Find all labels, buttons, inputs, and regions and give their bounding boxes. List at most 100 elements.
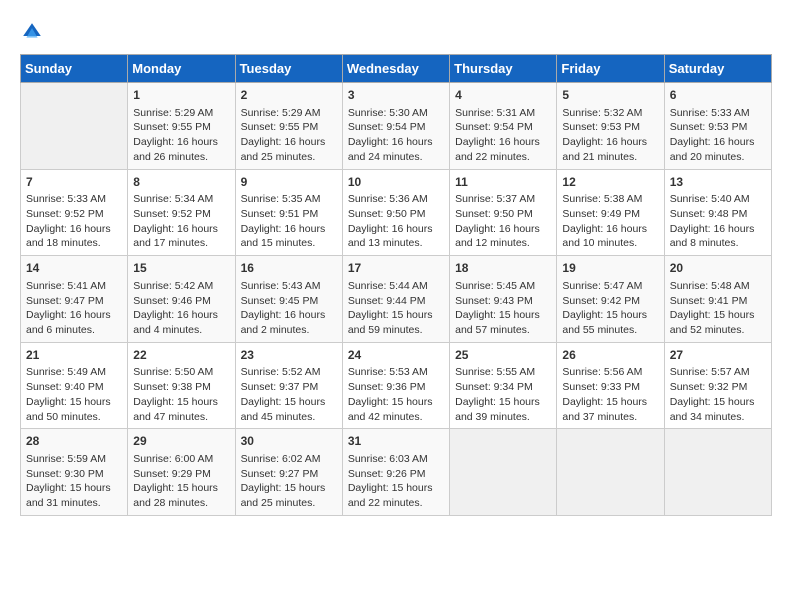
day-info: Sunrise: 5:34 AM Sunset: 9:52 PM Dayligh… (133, 192, 229, 251)
day-info: Sunrise: 6:03 AM Sunset: 9:26 PM Dayligh… (348, 452, 444, 511)
day-info: Sunrise: 5:33 AM Sunset: 9:53 PM Dayligh… (670, 106, 766, 165)
day-number: 19 (562, 260, 658, 277)
day-cell: 27Sunrise: 5:57 AM Sunset: 9:32 PM Dayli… (664, 342, 771, 429)
day-info: Sunrise: 5:29 AM Sunset: 9:55 PM Dayligh… (133, 106, 229, 165)
day-info: Sunrise: 6:00 AM Sunset: 9:29 PM Dayligh… (133, 452, 229, 511)
day-number: 16 (241, 260, 337, 277)
day-info: Sunrise: 5:43 AM Sunset: 9:45 PM Dayligh… (241, 279, 337, 338)
day-info: Sunrise: 5:50 AM Sunset: 9:38 PM Dayligh… (133, 365, 229, 424)
day-number: 3 (348, 87, 444, 104)
day-cell (557, 429, 664, 516)
header-row: SundayMondayTuesdayWednesdayThursdayFrid… (21, 55, 772, 83)
day-cell: 25Sunrise: 5:55 AM Sunset: 9:34 PM Dayli… (450, 342, 557, 429)
day-cell: 29 Sunrise: 6:00 AM Sunset: 9:29 PM Dayli… (128, 429, 235, 516)
day-cell: 5 Sunrise: 5:32 AM Sunset: 9:53 PM Daylig… (557, 83, 664, 170)
day-cell: 9Sunrise: 5:35 AM Sunset: 9:51 PM Daylig… (235, 169, 342, 256)
day-cell: 26Sunrise: 5:56 AM Sunset: 9:33 PM Dayli… (557, 342, 664, 429)
day-info: Sunrise: 5:41 AM Sunset: 9:47 PM Dayligh… (26, 279, 122, 338)
day-info: Sunrise: 5:45 AM Sunset: 9:43 PM Dayligh… (455, 279, 551, 338)
day-info: Sunrise: 5:37 AM Sunset: 9:50 PM Dayligh… (455, 192, 551, 251)
day-cell: 28 Sunrise: 5:59 AM Sunset: 9:30 PM Dayli… (21, 429, 128, 516)
day-info: Sunrise: 5:32 AM Sunset: 9:53 PM Dayligh… (562, 106, 658, 165)
day-cell: 6 Sunrise: 5:33 AM Sunset: 9:53 PM Daylig… (664, 83, 771, 170)
day-info: Sunrise: 5:29 AM Sunset: 9:55 PM Dayligh… (241, 106, 337, 165)
day-cell: 18 Sunrise: 5:45 AM Sunset: 9:43 PM Dayli… (450, 256, 557, 343)
day-number: 6 (670, 87, 766, 104)
day-info: Sunrise: 5:52 AM Sunset: 9:37 PM Dayligh… (241, 365, 337, 424)
day-number: 31 (348, 433, 444, 450)
day-number: 13 (670, 174, 766, 191)
day-number: 22 (133, 347, 229, 364)
day-cell: 14 Sunrise: 5:41 AM Sunset: 9:47 PM Dayli… (21, 256, 128, 343)
logo-icon (20, 20, 44, 44)
day-number: 21 (26, 347, 122, 364)
day-cell: 16 Sunrise: 5:43 AM Sunset: 9:45 PM Dayli… (235, 256, 342, 343)
day-cell: 11Sunrise: 5:37 AM Sunset: 9:50 PM Dayli… (450, 169, 557, 256)
day-number: 10 (348, 174, 444, 191)
day-info: Sunrise: 5:48 AM Sunset: 9:41 PM Dayligh… (670, 279, 766, 338)
day-cell: 20Sunrise: 5:48 AM Sunset: 9:41 PM Dayli… (664, 256, 771, 343)
day-info: Sunrise: 5:59 AM Sunset: 9:30 PM Dayligh… (26, 452, 122, 511)
day-cell: 22Sunrise: 5:50 AM Sunset: 9:38 PM Dayli… (128, 342, 235, 429)
day-cell: 30 Sunrise: 6:02 AM Sunset: 9:27 PM Dayli… (235, 429, 342, 516)
day-number: 23 (241, 347, 337, 364)
day-cell: 31 Sunrise: 6:03 AM Sunset: 9:26 PM Dayli… (342, 429, 449, 516)
day-number: 26 (562, 347, 658, 364)
day-cell: 19 Sunrise: 5:47 AM Sunset: 9:42 PM Dayli… (557, 256, 664, 343)
day-info: Sunrise: 5:30 AM Sunset: 9:54 PM Dayligh… (348, 106, 444, 165)
week-row-3: 14 Sunrise: 5:41 AM Sunset: 9:47 PM Dayli… (21, 256, 772, 343)
day-cell: 2 Sunrise: 5:29 AM Sunset: 9:55 PM Daylig… (235, 83, 342, 170)
day-number: 8 (133, 174, 229, 191)
day-number: 12 (562, 174, 658, 191)
day-info: Sunrise: 5:47 AM Sunset: 9:42 PM Dayligh… (562, 279, 658, 338)
week-row-4: 21Sunrise: 5:49 AM Sunset: 9:40 PM Dayli… (21, 342, 772, 429)
col-header-saturday: Saturday (664, 55, 771, 83)
day-number: 18 (455, 260, 551, 277)
day-cell (664, 429, 771, 516)
day-cell: 10Sunrise: 5:36 AM Sunset: 9:50 PM Dayli… (342, 169, 449, 256)
day-number: 27 (670, 347, 766, 364)
day-number: 7 (26, 174, 122, 191)
day-cell (450, 429, 557, 516)
col-header-friday: Friday (557, 55, 664, 83)
day-info: Sunrise: 5:31 AM Sunset: 9:54 PM Dayligh… (455, 106, 551, 165)
day-info: Sunrise: 5:44 AM Sunset: 9:44 PM Dayligh… (348, 279, 444, 338)
day-number: 14 (26, 260, 122, 277)
day-info: Sunrise: 5:42 AM Sunset: 9:46 PM Dayligh… (133, 279, 229, 338)
day-number: 28 (26, 433, 122, 450)
day-info: Sunrise: 5:33 AM Sunset: 9:52 PM Dayligh… (26, 192, 122, 251)
day-number: 9 (241, 174, 337, 191)
day-number: 15 (133, 260, 229, 277)
col-header-tuesday: Tuesday (235, 55, 342, 83)
day-cell: 24Sunrise: 5:53 AM Sunset: 9:36 PM Dayli… (342, 342, 449, 429)
day-number: 25 (455, 347, 551, 364)
day-cell: 21Sunrise: 5:49 AM Sunset: 9:40 PM Dayli… (21, 342, 128, 429)
week-row-2: 7Sunrise: 5:33 AM Sunset: 9:52 PM Daylig… (21, 169, 772, 256)
week-row-1: 1Sunrise: 5:29 AM Sunset: 9:55 PM Daylig… (21, 83, 772, 170)
day-info: Sunrise: 5:57 AM Sunset: 9:32 PM Dayligh… (670, 365, 766, 424)
col-header-sunday: Sunday (21, 55, 128, 83)
day-cell: 3 Sunrise: 5:30 AM Sunset: 9:54 PM Daylig… (342, 83, 449, 170)
col-header-monday: Monday (128, 55, 235, 83)
col-header-thursday: Thursday (450, 55, 557, 83)
day-info: Sunrise: 5:53 AM Sunset: 9:36 PM Dayligh… (348, 365, 444, 424)
day-number: 30 (241, 433, 337, 450)
day-cell: 17Sunrise: 5:44 AM Sunset: 9:44 PM Dayli… (342, 256, 449, 343)
day-cell: 1Sunrise: 5:29 AM Sunset: 9:55 PM Daylig… (128, 83, 235, 170)
day-number: 29 (133, 433, 229, 450)
day-number: 11 (455, 174, 551, 191)
day-info: Sunrise: 5:55 AM Sunset: 9:34 PM Dayligh… (455, 365, 551, 424)
day-number: 2 (241, 87, 337, 104)
day-cell: 4Sunrise: 5:31 AM Sunset: 9:54 PM Daylig… (450, 83, 557, 170)
day-cell (21, 83, 128, 170)
col-header-wednesday: Wednesday (342, 55, 449, 83)
day-cell: 15 Sunrise: 5:42 AM Sunset: 9:46 PM Dayli… (128, 256, 235, 343)
day-info: Sunrise: 5:56 AM Sunset: 9:33 PM Dayligh… (562, 365, 658, 424)
page-header (20, 20, 772, 44)
day-info: Sunrise: 6:02 AM Sunset: 9:27 PM Dayligh… (241, 452, 337, 511)
day-number: 24 (348, 347, 444, 364)
day-cell: 13Sunrise: 5:40 AM Sunset: 9:48 PM Dayli… (664, 169, 771, 256)
day-cell: 7Sunrise: 5:33 AM Sunset: 9:52 PM Daylig… (21, 169, 128, 256)
day-info: Sunrise: 5:49 AM Sunset: 9:40 PM Dayligh… (26, 365, 122, 424)
day-number: 5 (562, 87, 658, 104)
